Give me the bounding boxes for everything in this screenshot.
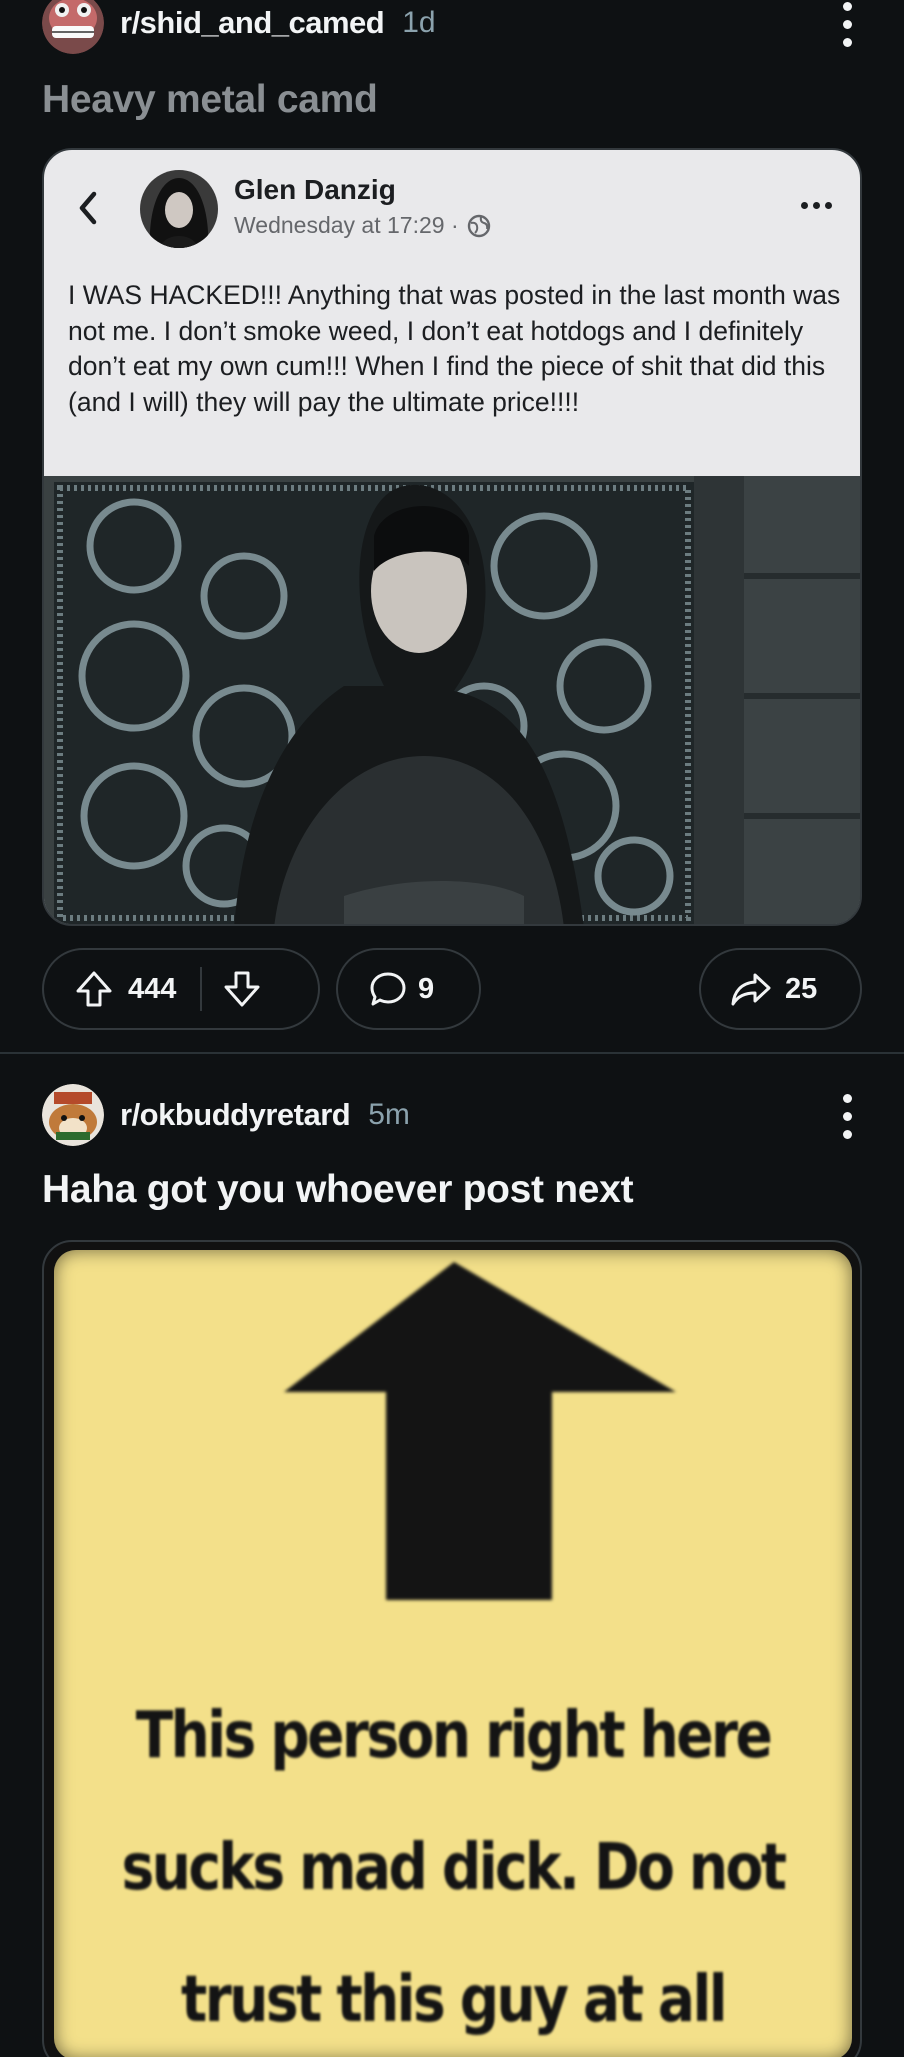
post-image[interactable]: This person right here sucks mad dick. D…	[42, 1240, 862, 2057]
post-header: r/okbuddyretard 5m	[42, 1084, 410, 1146]
vote-control: 444	[42, 948, 320, 1030]
downvote-icon[interactable]	[222, 969, 262, 1009]
up-arrow-icon	[284, 1262, 676, 1600]
post-divider	[0, 1052, 904, 1054]
subreddit-name[interactable]: r/okbuddyretard	[120, 1097, 351, 1133]
subreddit-avatar[interactable]	[42, 1084, 104, 1146]
post-title[interactable]: Haha got you whoever post next	[42, 1168, 634, 1212]
embedded-post-body: I WAS HACKED!!! Anything that was posted…	[68, 280, 841, 417]
post-header: r/shid_and_camed 1d	[42, 0, 436, 54]
vote-divider	[200, 967, 203, 1011]
sign-text: This person right here sucks mad dick. D…	[110, 1670, 796, 2057]
subreddit-name[interactable]: r/shid_and_camed	[120, 5, 385, 41]
post-title[interactable]: Heavy metal camd	[42, 78, 378, 122]
post-age: 5m	[368, 1098, 410, 1131]
globe-icon	[467, 214, 490, 237]
more-options-icon	[801, 202, 832, 209]
sign-line-1: This person right here	[135, 1699, 773, 1773]
post-age: 1d	[402, 6, 436, 39]
back-arrow-icon	[79, 191, 97, 225]
overflow-menu-icon[interactable]	[842, 2, 852, 47]
sign-line-2: sucks mad dick. Do not	[121, 1831, 788, 1905]
author-name: Glen Danzig	[234, 174, 396, 205]
subreddit-avatar[interactable]	[42, 0, 104, 54]
sign-line-3: trust this guy at all	[180, 1963, 728, 2037]
comment-icon	[370, 972, 406, 1006]
post-timestamp: Wednesday at 17:29 ·	[234, 212, 491, 239]
embedded-post-header: Glen Danzig Wednesday at 17:29 ·	[44, 150, 860, 270]
comment-count: 9	[418, 972, 435, 1005]
share-count: 25	[785, 972, 818, 1005]
share-button[interactable]: 25	[699, 948, 862, 1030]
upvote-count: 444	[128, 972, 177, 1005]
post-actions: 444 9 25	[42, 948, 862, 1032]
comments-button[interactable]: 9	[336, 948, 481, 1030]
overflow-menu-icon[interactable]	[842, 1094, 852, 1139]
danzig-photo	[44, 476, 860, 924]
author-avatar	[140, 170, 218, 248]
warning-sign-image: This person right here sucks mad dick. D…	[54, 1250, 852, 2057]
upvote-icon[interactable]	[74, 969, 114, 1009]
post-image[interactable]: Glen Danzig Wednesday at 17:29 · I WAS H…	[42, 148, 862, 926]
share-icon	[731, 973, 771, 1006]
timestamp-text: Wednesday at 17:29 ·	[234, 212, 459, 238]
